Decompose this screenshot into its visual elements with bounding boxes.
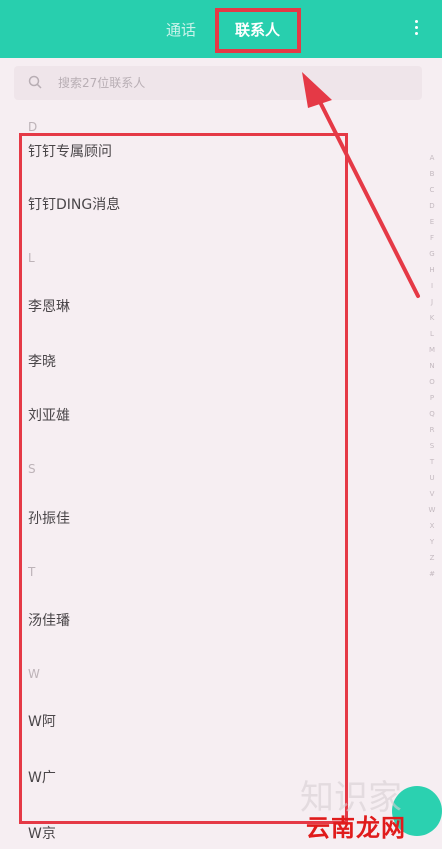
annotation-arrow xyxy=(302,72,420,298)
watermark-brand: 云南龙网 xyxy=(306,814,406,842)
